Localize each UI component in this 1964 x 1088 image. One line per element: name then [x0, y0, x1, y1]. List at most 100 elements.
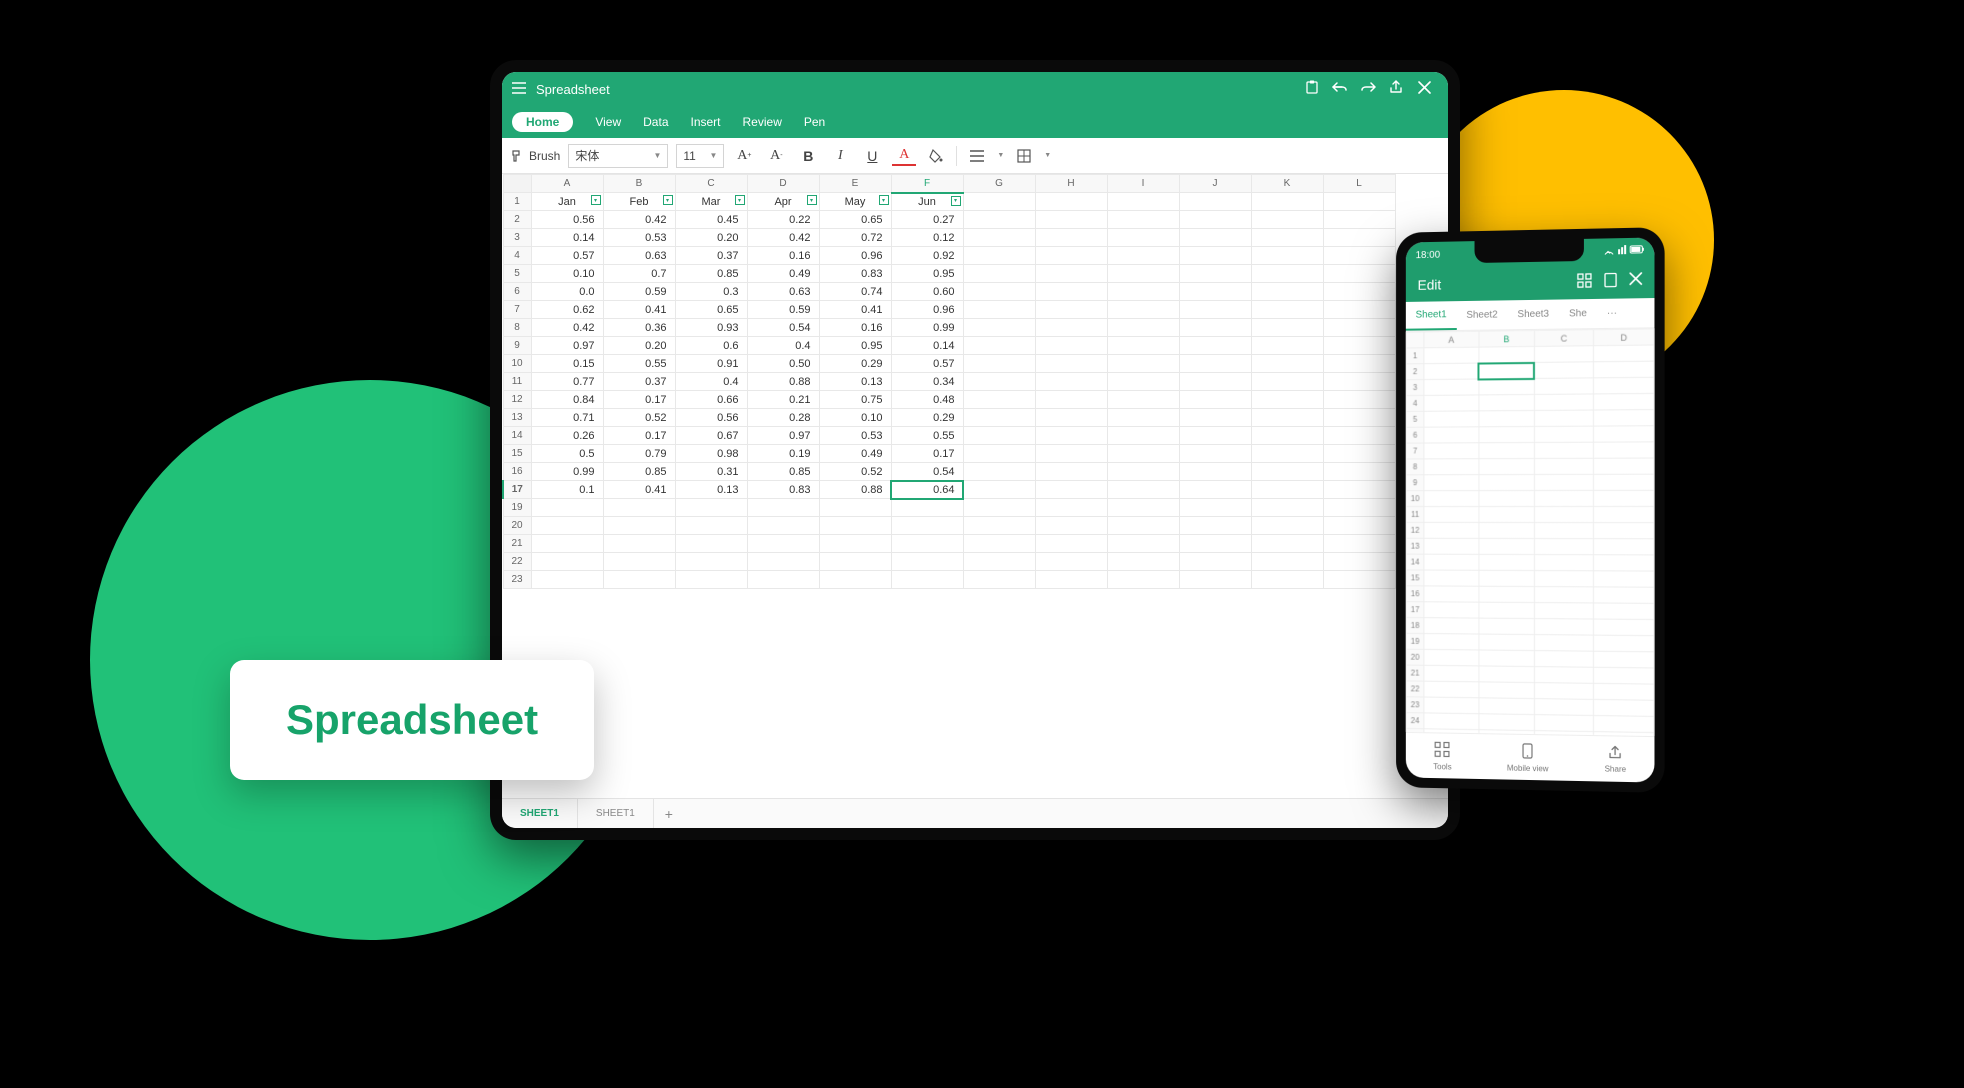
cell[interactable]: [1107, 373, 1179, 391]
cell[interactable]: [963, 571, 1035, 589]
cell[interactable]: 0.84: [531, 391, 603, 409]
cell[interactable]: 0.29: [891, 409, 963, 427]
cell[interactable]: 0.88: [819, 481, 891, 499]
cell[interactable]: [747, 499, 819, 517]
cell[interactable]: [1323, 409, 1395, 427]
cell[interactable]: [1323, 247, 1395, 265]
row-header[interactable]: 15: [1406, 570, 1424, 586]
row-header[interactable]: 23: [503, 571, 531, 589]
cell[interactable]: [1594, 555, 1654, 571]
cell[interactable]: [963, 463, 1035, 481]
row-header[interactable]: 14: [503, 427, 531, 445]
cell[interactable]: Mar▾: [675, 193, 747, 211]
col-header[interactable]: H: [1035, 175, 1107, 193]
cell[interactable]: [1251, 391, 1323, 409]
cell[interactable]: 0.50: [747, 355, 819, 373]
col-header[interactable]: A: [1424, 331, 1479, 348]
cell[interactable]: 0.34: [891, 373, 963, 391]
cell[interactable]: [1251, 211, 1323, 229]
row-header[interactable]: 7: [1406, 443, 1424, 459]
cell[interactable]: [1179, 409, 1251, 427]
cell[interactable]: 0.26: [531, 427, 603, 445]
cell[interactable]: [963, 391, 1035, 409]
cell[interactable]: 0.62: [531, 301, 603, 319]
hamburger-icon[interactable]: [512, 82, 526, 97]
cell[interactable]: 0.96: [819, 247, 891, 265]
phone-mobileview-button[interactable]: Mobile view: [1507, 742, 1549, 773]
cell[interactable]: [1323, 229, 1395, 247]
row-header[interactable]: 17: [503, 481, 531, 499]
cell[interactable]: 0.13: [675, 481, 747, 499]
cell[interactable]: [1479, 394, 1534, 410]
cell[interactable]: [1107, 517, 1179, 535]
font-size-select[interactable]: 11 ▼: [676, 144, 724, 168]
cell[interactable]: 0.45: [675, 211, 747, 229]
cell[interactable]: 0.17: [603, 391, 675, 409]
row-header[interactable]: 11: [503, 373, 531, 391]
cell[interactable]: [747, 517, 819, 535]
fill-color-button[interactable]: [924, 144, 948, 168]
cell[interactable]: [1035, 571, 1107, 589]
cell[interactable]: [1424, 713, 1479, 730]
col-header[interactable]: B: [1479, 330, 1534, 347]
row-header[interactable]: 5: [1406, 411, 1424, 427]
cell[interactable]: [1594, 458, 1654, 474]
cell[interactable]: [963, 355, 1035, 373]
col-header[interactable]: G: [963, 175, 1035, 193]
cell[interactable]: [1594, 651, 1654, 668]
cell[interactable]: [1251, 355, 1323, 373]
cell[interactable]: 0.10: [819, 409, 891, 427]
cell[interactable]: [1035, 283, 1107, 301]
cell[interactable]: 0.5: [531, 445, 603, 463]
cell[interactable]: [1323, 355, 1395, 373]
format-brush-button[interactable]: Brush: [510, 149, 560, 163]
col-header[interactable]: D: [1594, 329, 1654, 346]
row-header[interactable]: 1: [503, 193, 531, 211]
cell[interactable]: [1251, 409, 1323, 427]
cell[interactable]: [1179, 373, 1251, 391]
menu-tab-view[interactable]: View: [595, 115, 621, 129]
font-color-button[interactable]: A: [892, 146, 916, 166]
cell[interactable]: Jan▾: [531, 193, 603, 211]
cell[interactable]: [675, 499, 747, 517]
cell[interactable]: [1179, 265, 1251, 283]
bold-button[interactable]: B: [796, 144, 820, 168]
cell[interactable]: [1179, 193, 1251, 211]
cell[interactable]: [1035, 193, 1107, 211]
cell[interactable]: 0.93: [675, 319, 747, 337]
cell[interactable]: [1035, 463, 1107, 481]
italic-button[interactable]: I: [828, 144, 852, 168]
cell[interactable]: [1424, 379, 1479, 395]
cell[interactable]: 0.42: [531, 319, 603, 337]
cell[interactable]: [1424, 491, 1479, 507]
cell[interactable]: [1251, 265, 1323, 283]
cell[interactable]: [1424, 363, 1479, 379]
cell[interactable]: Jun▾: [891, 193, 963, 211]
cell[interactable]: [1323, 337, 1395, 355]
cell[interactable]: [963, 535, 1035, 553]
cell[interactable]: [1594, 699, 1654, 716]
cell[interactable]: [1251, 337, 1323, 355]
cell[interactable]: 0.56: [531, 211, 603, 229]
cell[interactable]: [1251, 481, 1323, 499]
cell[interactable]: [819, 517, 891, 535]
cell[interactable]: 0.31: [675, 463, 747, 481]
cell[interactable]: [1594, 635, 1654, 652]
col-header[interactable]: E: [819, 175, 891, 193]
cell[interactable]: 0.16: [819, 319, 891, 337]
cell[interactable]: 0.48: [891, 391, 963, 409]
cell[interactable]: 0.56: [675, 409, 747, 427]
phone-grid[interactable]: ABCD123456789101112131415161718192021222…: [1406, 328, 1655, 736]
cell[interactable]: [1424, 602, 1479, 618]
filter-icon[interactable]: ▾: [591, 195, 601, 205]
filter-icon[interactable]: ▾: [879, 195, 889, 205]
col-header[interactable]: B: [603, 175, 675, 193]
cell[interactable]: [1479, 634, 1534, 651]
cell[interactable]: 0.52: [819, 463, 891, 481]
row-header[interactable]: 2: [1406, 364, 1424, 380]
cell[interactable]: 0.37: [603, 373, 675, 391]
cell[interactable]: 0.54: [891, 463, 963, 481]
cell[interactable]: 0.7: [603, 265, 675, 283]
cell[interactable]: [1534, 635, 1594, 652]
cell[interactable]: [1035, 517, 1107, 535]
